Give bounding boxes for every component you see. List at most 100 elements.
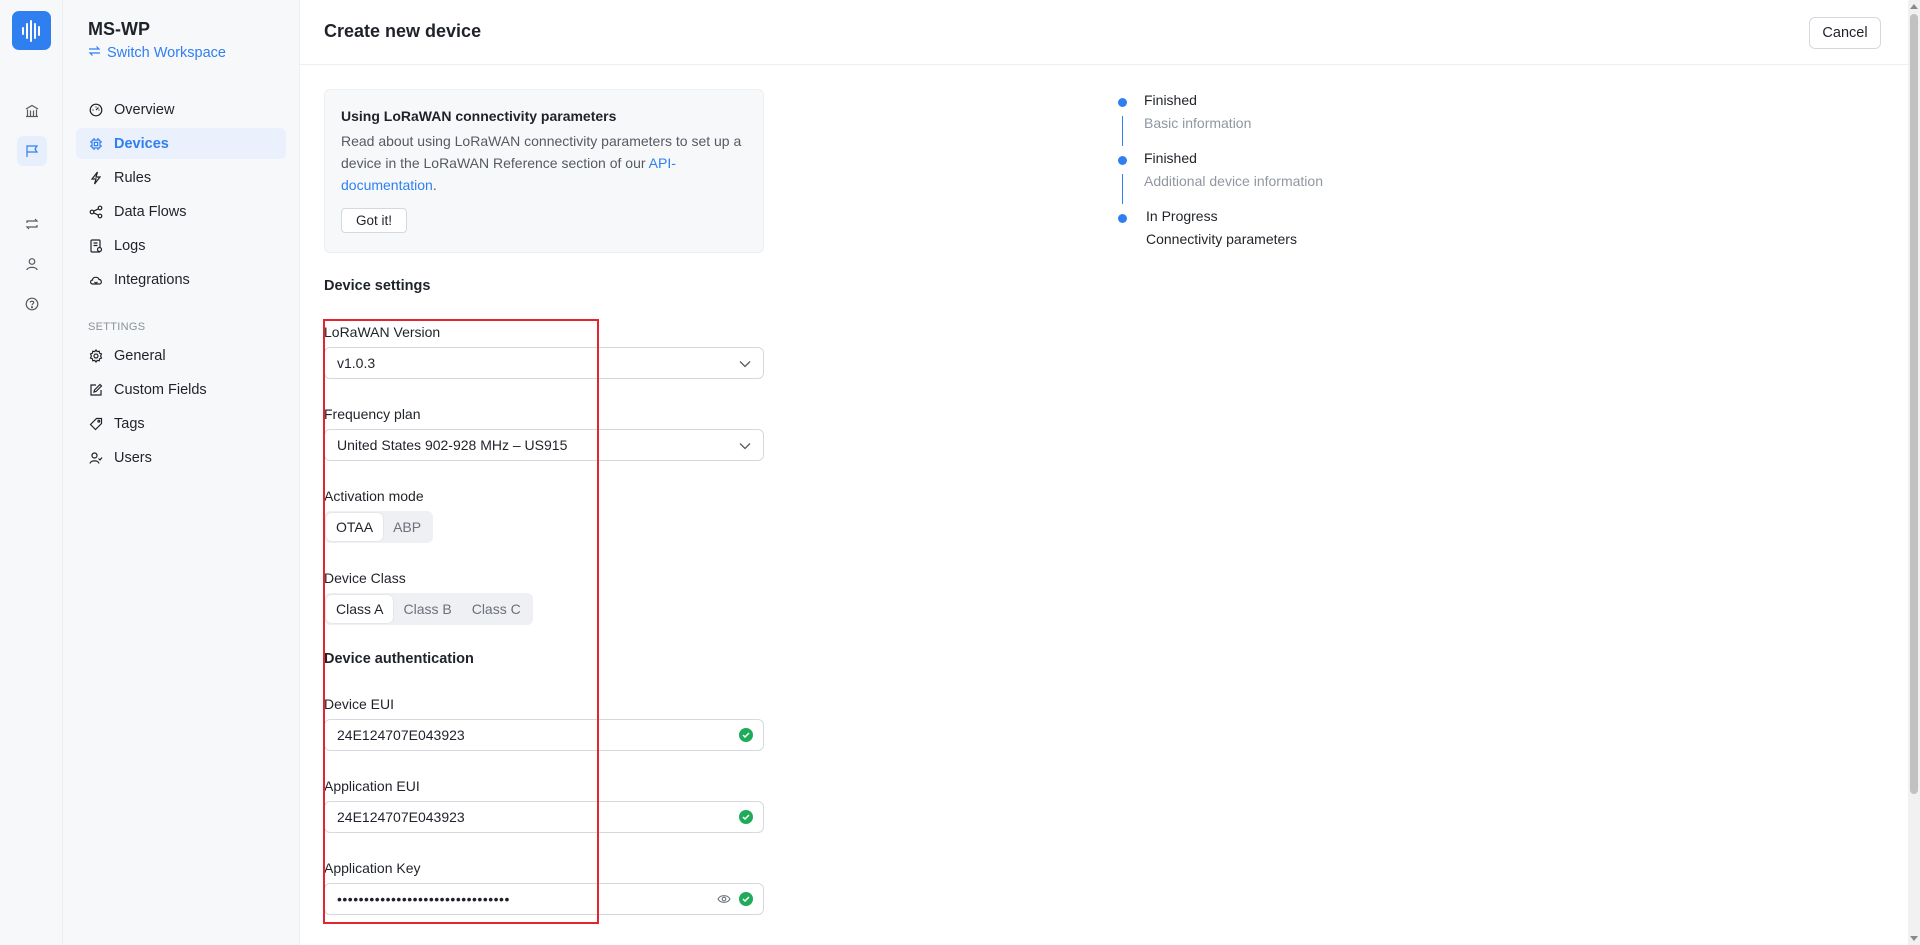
log-icon	[88, 238, 104, 254]
scroll-up-arrow[interactable]	[1910, 4, 1918, 9]
class-option-b[interactable]: Class B	[393, 595, 461, 623]
step-description: Additional device information	[1144, 173, 1323, 189]
gauge-icon	[88, 102, 104, 118]
lorawan-version-value: v1.0.3	[337, 355, 376, 371]
device-eui-field[interactable]: 24E124707E043923	[324, 719, 764, 751]
step-dot	[1118, 156, 1127, 165]
device-eui-label: Device EUI	[324, 696, 395, 712]
switch-workspace-link[interactable]: Switch Workspace	[88, 45, 226, 61]
sidebar-item-logs[interactable]: Logs	[76, 230, 286, 261]
valid-check-icon	[739, 810, 753, 824]
step-status: In Progress	[1146, 208, 1218, 224]
chip-icon	[88, 136, 104, 152]
sidebar-item-users[interactable]: Users	[76, 442, 286, 473]
device-settings-heading: Device settings	[324, 278, 431, 294]
class-option-c[interactable]: Class C	[462, 595, 531, 623]
application-eui-value: 24E124707E043923	[337, 809, 465, 825]
sidebar-item-devices[interactable]: Devices	[76, 128, 286, 159]
frequency-plan-value: United States 902-928 MHz – US915	[337, 437, 568, 453]
valid-check-icon	[739, 892, 753, 906]
tag-icon	[88, 416, 104, 432]
frequency-plan-label: Frequency plan	[324, 406, 421, 422]
sidebar-item-label: Tags	[114, 415, 145, 432]
scrollbar-thumb[interactable]	[1910, 14, 1918, 794]
swap-icon	[88, 45, 101, 61]
device-class-label: Device Class	[324, 570, 406, 586]
user-icon[interactable]	[17, 249, 47, 279]
switch-workspace-label: Switch Workspace	[107, 45, 226, 61]
application-key-field[interactable]: ••••••••••••••••••••••••••••••••	[324, 883, 764, 915]
vertical-scrollbar[interactable]	[1908, 0, 1920, 945]
app-logo-icon[interactable]	[12, 11, 51, 50]
edit-icon	[88, 382, 104, 398]
device-class-toggle: Class A Class B Class C	[324, 593, 533, 625]
valid-check-icon	[739, 728, 753, 742]
chevron-down-icon	[739, 355, 751, 371]
sidebar-item-label: Overview	[114, 101, 175, 118]
step-description: Connectivity parameters	[1146, 231, 1297, 247]
devices-rail-icon[interactable]	[17, 136, 47, 166]
sidebar-item-tags[interactable]: Tags	[76, 408, 286, 439]
sidebar-item-label: Rules	[114, 169, 152, 186]
class-option-a[interactable]: Class A	[326, 595, 394, 623]
sidebar-item-label: Devices	[114, 135, 169, 152]
info-title: Using LoRaWAN connectivity parameters	[341, 108, 617, 124]
app-window: MS-WP Switch Workspace Overview Devices …	[0, 0, 1920, 945]
application-key-label: Application Key	[324, 860, 421, 876]
scroll-down-arrow[interactable]	[1910, 936, 1918, 941]
sidebar-item-label: Custom Fields	[114, 381, 207, 398]
step-status: Finished	[1144, 150, 1197, 166]
step-description: Basic information	[1144, 115, 1252, 131]
sidebar-item-overview[interactable]: Overview	[76, 94, 286, 125]
application-key-value: ••••••••••••••••••••••••••••••••	[337, 891, 510, 907]
users-icon	[88, 450, 104, 466]
settings-section-label: SETTINGS	[88, 321, 146, 333]
sidebar-item-general[interactable]: General	[76, 340, 286, 371]
sidebar-item-data-flows[interactable]: Data Flows	[76, 196, 286, 227]
got-it-button[interactable]: Got it!	[341, 208, 407, 233]
application-eui-field[interactable]: 24E124707E043923	[324, 801, 764, 833]
workspace-name: MS-WP	[88, 19, 150, 39]
lorawan-version-label: LoRaWAN Version	[324, 324, 441, 340]
step-connector	[1122, 174, 1123, 204]
cancel-button[interactable]: Cancel	[1809, 17, 1881, 49]
step-status: Finished	[1144, 92, 1197, 108]
repeat-icon[interactable]	[17, 209, 47, 239]
sidebar-item-label: Logs	[114, 237, 146, 254]
step-dot	[1118, 98, 1127, 107]
frequency-plan-select[interactable]: United States 902-928 MHz – US915	[324, 429, 764, 461]
main-content: Create new device Cancel Using LoRaWAN c…	[300, 0, 1908, 945]
icon-rail	[0, 0, 63, 945]
info-period: .	[432, 177, 437, 193]
home-icon[interactable]	[17, 96, 47, 126]
bolt-icon	[88, 170, 104, 186]
sidebar-item-label: Users	[114, 449, 152, 466]
info-text: Read about using LoRaWAN connectivity pa…	[341, 130, 747, 196]
sidebar-item-rules[interactable]: Rules	[76, 162, 286, 193]
sidebar-item-integrations[interactable]: Integrations	[76, 264, 286, 295]
device-eui-value: 24E124707E043923	[337, 727, 465, 743]
cloud-icon	[88, 272, 104, 288]
gear-icon	[88, 348, 104, 364]
activation-mode-label: Activation mode	[324, 488, 424, 504]
activation-mode-toggle: OTAA ABP	[324, 511, 434, 543]
eye-icon[interactable]	[717, 891, 731, 907]
sidebar-item-label: Data Flows	[114, 203, 187, 220]
page-title: Create new device	[324, 21, 482, 41]
info-callout: Using LoRaWAN connectivity parameters Re…	[324, 89, 764, 253]
step-connector	[1122, 116, 1123, 146]
activation-option-otaa[interactable]: OTAA	[326, 513, 384, 541]
sidebar-item-custom-fields[interactable]: Custom Fields	[76, 374, 286, 405]
help-icon[interactable]	[17, 289, 47, 319]
info-body: Read about using LoRaWAN connectivity pa…	[341, 133, 742, 171]
application-eui-label: Application EUI	[324, 778, 420, 794]
sidebar: MS-WP Switch Workspace Overview Devices …	[63, 0, 300, 945]
page-header: Create new device Cancel	[300, 0, 1908, 65]
sidebar-item-label: Integrations	[114, 271, 190, 288]
activation-option-abp[interactable]: ABP	[383, 513, 431, 541]
chevron-down-icon	[739, 437, 751, 453]
share-icon	[88, 204, 104, 220]
sidebar-item-label: General	[114, 347, 166, 364]
lorawan-version-select[interactable]: v1.0.3	[324, 347, 764, 379]
device-authentication-heading: Device authentication	[324, 651, 474, 667]
